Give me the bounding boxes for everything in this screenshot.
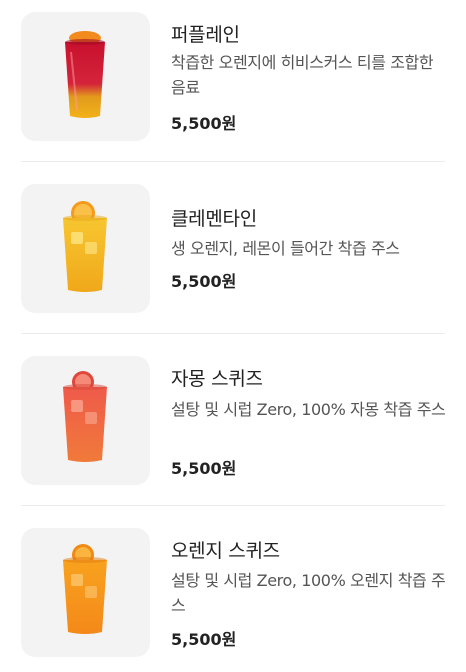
purple-rain-drink-icon (21, 12, 150, 141)
item-name: 오렌지 스퀴즈 (171, 540, 280, 562)
item-price: 5,500원 (171, 114, 237, 133)
item-description: 설탕 및 시럽 Zero, 100% 자몽 착즙 주스 (171, 400, 446, 419)
item-price: 5,500원 (171, 630, 237, 649)
menu-item-grapefruit-squeeze[interactable]: 자몽 스퀴즈 설탕 및 시럽 Zero, 100% 자몽 착즙 주스 5,500… (0, 334, 466, 504)
item-price: 5,500원 (171, 459, 237, 478)
item-price: 5,500원 (171, 272, 237, 291)
menu-item-purple-rain[interactable]: 퍼플레인 착즙한 오렌지에 히비스커스 티를 조합한 음료 5,500원 (0, 0, 466, 160)
menu-item-clementine[interactable]: 클레멘타인 생 오렌지, 레몬이 들어간 착즙 주스 5,500원 (0, 162, 466, 332)
clementine-drink-icon (21, 184, 150, 313)
item-name: 자몽 스퀴즈 (171, 368, 263, 390)
orange-squeeze-drink-icon (21, 528, 150, 657)
item-description: 생 오렌지, 레몬이 들어간 착즙 주스 (171, 239, 400, 258)
grapefruit-squeeze-drink-icon (21, 356, 150, 485)
menu-item-orange-squeeze[interactable]: 오렌지 스퀴즈 설탕 및 시럽 Zero, 100% 오렌지 착즙 주스 5,5… (0, 506, 466, 672)
item-description: 착즙한 오렌지에 히비스커스 티를 조합한 음료 (171, 53, 434, 97)
item-description: 설탕 및 시럽 Zero, 100% 오렌지 착즙 주스 (171, 571, 446, 615)
item-name: 퍼플레인 (171, 24, 240, 46)
item-name: 클레멘타인 (171, 208, 257, 230)
